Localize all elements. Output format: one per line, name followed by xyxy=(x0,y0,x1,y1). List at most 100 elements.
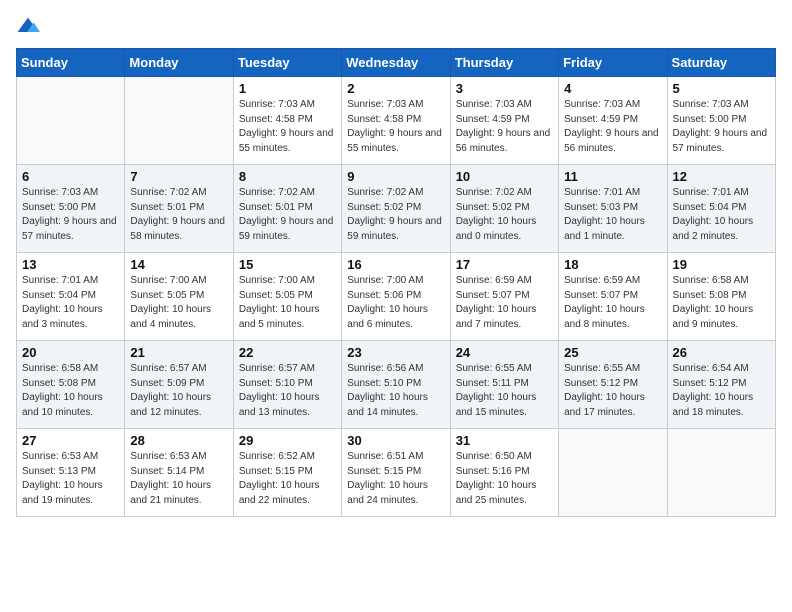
day-number: 11 xyxy=(564,169,661,184)
calendar-day-cell: 28Sunrise: 6:53 AMSunset: 5:14 PMDayligh… xyxy=(125,429,233,517)
day-info: Sunrise: 6:58 AMSunset: 5:08 PMDaylight:… xyxy=(22,362,119,420)
calendar-day-cell: 7 Sunrise: 7:02 AMSunset: 5:01 PMDaylight… xyxy=(125,165,233,253)
day-number: 17 xyxy=(456,257,553,272)
header-thursday: Thursday xyxy=(450,49,558,77)
day-number: 8 xyxy=(239,169,336,184)
calendar-day-cell: 29Sunrise: 6:52 AMSunset: 5:15 PMDayligh… xyxy=(233,429,341,517)
day-info: Sunrise: 6:51 AMSunset: 5:15 PMDaylight:… xyxy=(347,450,444,508)
day-info: Sunrise: 6:59 AMSunset: 5:07 PMDaylight:… xyxy=(456,274,553,332)
day-info: Sunrise: 7:01 AMSunset: 5:04 PMDaylight:… xyxy=(22,274,119,332)
calendar-day-cell: 19 Sunrise: 6:58 AMSunset: 5:08 PMDayligh… xyxy=(667,253,775,341)
calendar-table: SundayMondayTuesdayWednesdayThursdayFrid… xyxy=(16,48,776,517)
logo-icon xyxy=(16,16,40,36)
calendar-day-cell: 21 Sunrise: 6:57 AMSunset: 5:09 PMDayligh… xyxy=(125,341,233,429)
day-number: 9 xyxy=(347,169,444,184)
day-info: Sunrise: 7:02 AMSunset: 5:01 PMDaylight:… xyxy=(239,186,336,244)
logo xyxy=(16,16,44,36)
day-info: Sunrise: 7:03 AMSunset: 5:00 PMDaylight:… xyxy=(673,98,770,156)
calendar-week-row: 1 Sunrise: 7:03 AMSunset: 4:58 PMDaylight… xyxy=(17,77,776,165)
day-number: 3 xyxy=(456,81,553,96)
calendar-day-cell: 26 Sunrise: 6:54 AMSunset: 5:12 PMDayligh… xyxy=(667,341,775,429)
calendar-day-cell: 2Sunrise: 7:03 AMSunset: 4:58 PMDaylight… xyxy=(342,77,450,165)
day-info: Sunrise: 7:03 AMSunset: 4:59 PMDaylight:… xyxy=(564,98,661,156)
day-number: 20 xyxy=(22,345,119,360)
day-info: Sunrise: 6:54 AMSunset: 5:12 PMDaylight:… xyxy=(673,362,770,420)
calendar-day-cell: 12 Sunrise: 7:01 AMSunset: 5:04 PMDayligh… xyxy=(667,165,775,253)
calendar-week-row: 20 Sunrise: 6:58 AMSunset: 5:08 PMDayligh… xyxy=(17,341,776,429)
day-info: Sunrise: 6:57 AMSunset: 5:10 PMDaylight:… xyxy=(239,362,336,420)
calendar-day-cell: 3Sunrise: 7:03 AMSunset: 4:59 PMDaylight… xyxy=(450,77,558,165)
calendar-header-row: SundayMondayTuesdayWednesdayThursdayFrid… xyxy=(17,49,776,77)
day-info: Sunrise: 7:00 AMSunset: 5:05 PMDaylight:… xyxy=(239,274,336,332)
day-number: 7 xyxy=(130,169,227,184)
day-info: Sunrise: 7:02 AMSunset: 5:02 PMDaylight:… xyxy=(347,186,444,244)
calendar-day-cell: 31 Sunrise: 6:50 AMSunset: 5:16 PMDayligh… xyxy=(450,429,558,517)
day-info: Sunrise: 7:00 AMSunset: 5:06 PMDaylight:… xyxy=(347,274,444,332)
day-info: Sunrise: 7:01 AMSunset: 5:03 PMDaylight:… xyxy=(564,186,661,244)
calendar-day-cell: 18 Sunrise: 6:59 AMSunset: 5:07 PMDayligh… xyxy=(559,253,667,341)
day-number: 18 xyxy=(564,257,661,272)
header-friday: Friday xyxy=(559,49,667,77)
day-number: 10 xyxy=(456,169,553,184)
day-info: Sunrise: 7:00 AMSunset: 5:05 PMDaylight:… xyxy=(130,274,227,332)
day-info: Sunrise: 7:02 AMSunset: 5:01 PMDaylight:… xyxy=(130,186,227,244)
calendar-day-cell xyxy=(17,77,125,165)
day-number: 5 xyxy=(673,81,770,96)
day-number: 12 xyxy=(673,169,770,184)
calendar-day-cell: 9 Sunrise: 7:02 AMSunset: 5:02 PMDaylight… xyxy=(342,165,450,253)
calendar-day-cell: 30 Sunrise: 6:51 AMSunset: 5:15 PMDayligh… xyxy=(342,429,450,517)
day-info: Sunrise: 6:56 AMSunset: 5:10 PMDaylight:… xyxy=(347,362,444,420)
calendar-day-cell: 14 Sunrise: 7:00 AMSunset: 5:05 PMDayligh… xyxy=(125,253,233,341)
day-number: 15 xyxy=(239,257,336,272)
calendar-day-cell: 22 Sunrise: 6:57 AMSunset: 5:10 PMDayligh… xyxy=(233,341,341,429)
calendar-day-cell: 10Sunrise: 7:02 AMSunset: 5:02 PMDayligh… xyxy=(450,165,558,253)
calendar-day-cell: 23 Sunrise: 6:56 AMSunset: 5:10 PMDayligh… xyxy=(342,341,450,429)
day-number: 21 xyxy=(130,345,227,360)
day-info: Sunrise: 6:52 AMSunset: 5:15 PMDaylight:… xyxy=(239,450,336,508)
calendar-day-cell: 20 Sunrise: 6:58 AMSunset: 5:08 PMDayligh… xyxy=(17,341,125,429)
calendar-day-cell: 15 Sunrise: 7:00 AMSunset: 5:05 PMDayligh… xyxy=(233,253,341,341)
day-number: 26 xyxy=(673,345,770,360)
day-info: Sunrise: 6:53 AMSunset: 5:13 PMDaylight:… xyxy=(22,450,119,508)
calendar-day-cell: 13 Sunrise: 7:01 AMSunset: 5:04 PMDayligh… xyxy=(17,253,125,341)
day-info: Sunrise: 6:55 AMSunset: 5:12 PMDaylight:… xyxy=(564,362,661,420)
calendar-day-cell: 11 Sunrise: 7:01 AMSunset: 5:03 PMDayligh… xyxy=(559,165,667,253)
day-number: 31 xyxy=(456,433,553,448)
calendar-day-cell: 27 Sunrise: 6:53 AMSunset: 5:13 PMDayligh… xyxy=(17,429,125,517)
day-number: 23 xyxy=(347,345,444,360)
day-number: 19 xyxy=(673,257,770,272)
day-number: 13 xyxy=(22,257,119,272)
header-sunday: Sunday xyxy=(17,49,125,77)
calendar-day-cell: 1 Sunrise: 7:03 AMSunset: 4:58 PMDaylight… xyxy=(233,77,341,165)
day-number: 25 xyxy=(564,345,661,360)
day-number: 1 xyxy=(239,81,336,96)
calendar-day-cell: 6 Sunrise: 7:03 AMSunset: 5:00 PMDaylight… xyxy=(17,165,125,253)
day-info: Sunrise: 6:55 AMSunset: 5:11 PMDaylight:… xyxy=(456,362,553,420)
day-info: Sunrise: 7:03 AMSunset: 4:58 PMDaylight:… xyxy=(239,98,336,156)
day-number: 14 xyxy=(130,257,227,272)
day-number: 2 xyxy=(347,81,444,96)
day-info: Sunrise: 6:50 AMSunset: 5:16 PMDaylight:… xyxy=(456,450,553,508)
calendar-day-cell xyxy=(559,429,667,517)
day-info: Sunrise: 7:01 AMSunset: 5:04 PMDaylight:… xyxy=(673,186,770,244)
day-number: 22 xyxy=(239,345,336,360)
calendar-day-cell xyxy=(667,429,775,517)
calendar-day-cell: 5 Sunrise: 7:03 AMSunset: 5:00 PMDaylight… xyxy=(667,77,775,165)
calendar-day-cell: 16 Sunrise: 7:00 AMSunset: 5:06 PMDayligh… xyxy=(342,253,450,341)
day-number: 28 xyxy=(130,433,227,448)
day-info: Sunrise: 6:57 AMSunset: 5:09 PMDaylight:… xyxy=(130,362,227,420)
day-number: 4 xyxy=(564,81,661,96)
calendar-week-row: 13 Sunrise: 7:01 AMSunset: 5:04 PMDayligh… xyxy=(17,253,776,341)
day-number: 30 xyxy=(347,433,444,448)
calendar-day-cell: 24Sunrise: 6:55 AMSunset: 5:11 PMDayligh… xyxy=(450,341,558,429)
day-number: 6 xyxy=(22,169,119,184)
header-saturday: Saturday xyxy=(667,49,775,77)
day-number: 27 xyxy=(22,433,119,448)
day-info: Sunrise: 6:59 AMSunset: 5:07 PMDaylight:… xyxy=(564,274,661,332)
day-number: 16 xyxy=(347,257,444,272)
day-info: Sunrise: 7:03 AMSunset: 5:00 PMDaylight:… xyxy=(22,186,119,244)
calendar-day-cell: 25 Sunrise: 6:55 AMSunset: 5:12 PMDayligh… xyxy=(559,341,667,429)
calendar-day-cell xyxy=(125,77,233,165)
calendar-day-cell: 17 Sunrise: 6:59 AMSunset: 5:07 PMDayligh… xyxy=(450,253,558,341)
day-info: Sunrise: 6:58 AMSunset: 5:08 PMDaylight:… xyxy=(673,274,770,332)
